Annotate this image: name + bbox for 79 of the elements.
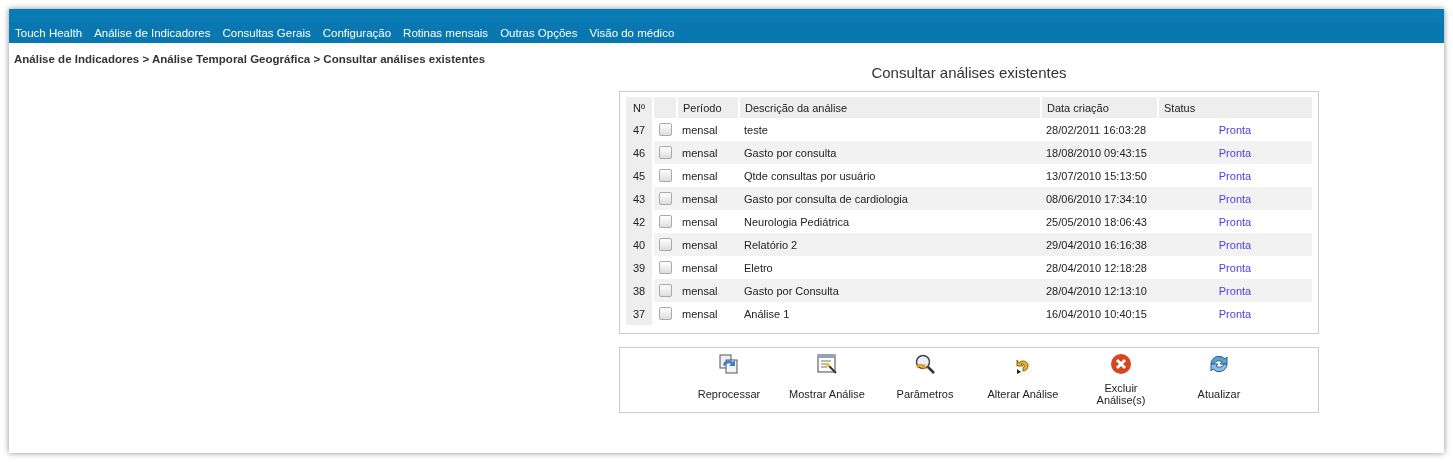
row-checkbox[interactable]: [659, 261, 672, 275]
table-cell: Gasto por Consulta: [739, 279, 1041, 302]
table-cell: mensal: [677, 279, 739, 302]
status-link[interactable]: Pronta: [1218, 146, 1252, 159]
row-checkbox[interactable]: [659, 284, 672, 298]
action-button[interactable]: Reprocessar: [689, 353, 769, 407]
row-number: 47: [626, 118, 653, 141]
table-cell: mensal: [677, 256, 739, 279]
row-checkbox[interactable]: [659, 238, 672, 252]
table-cell: mensal: [677, 141, 739, 164]
table-cell: 28/04/2010 12:13:10: [1041, 279, 1158, 302]
column-header: Status: [1158, 97, 1312, 118]
table-cell: 28/02/2011 16:03:28: [1041, 118, 1158, 141]
menu-item[interactable]: Outras Opções: [500, 27, 578, 39]
table-cell: mensal: [677, 118, 739, 141]
status-link[interactable]: Pronta: [1218, 169, 1252, 182]
row-checkbox[interactable]: [659, 307, 672, 321]
table-cell: 25/05/2010 18:06:43: [1041, 210, 1158, 233]
column-header: Data criação: [1041, 97, 1158, 118]
row-number: 40: [626, 233, 653, 256]
table-cell: teste: [739, 118, 1041, 141]
magnifier-arrow-icon: [913, 353, 937, 375]
table-cell: mensal: [677, 302, 739, 325]
documents-arrow-icon: [718, 353, 740, 375]
status-link[interactable]: Pronta: [1218, 192, 1252, 205]
table-cell: 29/04/2010 16:16:38: [1041, 233, 1158, 256]
table-cell: Gasto por consulta de cardiologia: [739, 187, 1041, 210]
row-number: 45: [626, 164, 653, 187]
menu-item[interactable]: Configuração: [322, 27, 392, 39]
table-cell: 13/07/2010 15:13:50: [1041, 164, 1158, 187]
menu-item[interactable]: Consultas Gerais: [222, 27, 311, 39]
table-cell: Análise 1: [739, 302, 1041, 325]
table-cell: Gasto por consulta: [739, 141, 1041, 164]
table-cell: 18/08/2010 09:43:15: [1041, 141, 1158, 164]
status-link[interactable]: Pronta: [1218, 284, 1252, 297]
table-cell: mensal: [677, 233, 739, 256]
page-title: Consultar análises existentes: [870, 64, 1068, 81]
table-cell: 08/06/2010 17:34:10: [1041, 187, 1158, 210]
table-cell: Neurologia Pediátrica: [739, 210, 1041, 233]
column-header: Descrição da análise: [739, 97, 1041, 118]
refresh-icon: [1207, 353, 1231, 375]
action-button[interactable]: Atualizar: [1179, 353, 1259, 407]
menu-item[interactable]: Rotinas mensais: [403, 27, 489, 39]
action-button[interactable]: Excluir Análise(s): [1081, 353, 1161, 407]
row-number: 42: [626, 210, 653, 233]
column-header: Período: [677, 97, 739, 118]
status-link[interactable]: Pronta: [1218, 307, 1252, 320]
table-cell: Relatório 2: [739, 233, 1041, 256]
status-link[interactable]: Pronta: [1218, 238, 1252, 251]
menu-item[interactable]: Visão do médico: [589, 27, 675, 39]
row-number: 38: [626, 279, 653, 302]
window-wand-icon: [816, 353, 838, 375]
table-cell: Eletro: [739, 256, 1041, 279]
table-cell: mensal: [677, 210, 739, 233]
status-link[interactable]: Pronta: [1218, 215, 1252, 228]
row-number: 39: [626, 256, 653, 279]
row-checkbox[interactable]: [659, 123, 672, 137]
row-number: 43: [626, 187, 653, 210]
table-cell: mensal: [677, 164, 739, 187]
status-link[interactable]: Pronta: [1218, 261, 1252, 274]
row-checkbox[interactable]: [659, 192, 672, 206]
menu-item[interactable]: Análise de Indicadores: [94, 27, 211, 39]
row-number: 46: [626, 141, 653, 164]
status-link[interactable]: Pronta: [1218, 123, 1252, 136]
action-button[interactable]: Alterar Análise: [983, 353, 1063, 407]
action-button[interactable]: Parâmetros: [885, 353, 965, 407]
row-number: 37: [626, 302, 653, 325]
row-checkbox[interactable]: [659, 215, 672, 229]
close-icon: [1110, 353, 1132, 375]
menu-item[interactable]: Touch Health: [15, 27, 83, 39]
row-checkbox[interactable]: [659, 146, 672, 160]
table-cell: 16/04/2010 10:40:15: [1041, 302, 1158, 325]
row-checkbox[interactable]: [659, 169, 672, 183]
table-cell: 28/04/2010 12:18:28: [1041, 256, 1158, 279]
column-header: Nº: [626, 97, 653, 118]
action-button[interactable]: Mostrar Análise: [787, 353, 867, 407]
breadcrumb: Análise de Indicadores > Análise Temporal Geográfica > Consultar análises existentes: [13, 52, 487, 67]
table-cell: Qtde consultas por usuário: [739, 164, 1041, 187]
table-cell: mensal: [677, 187, 739, 210]
